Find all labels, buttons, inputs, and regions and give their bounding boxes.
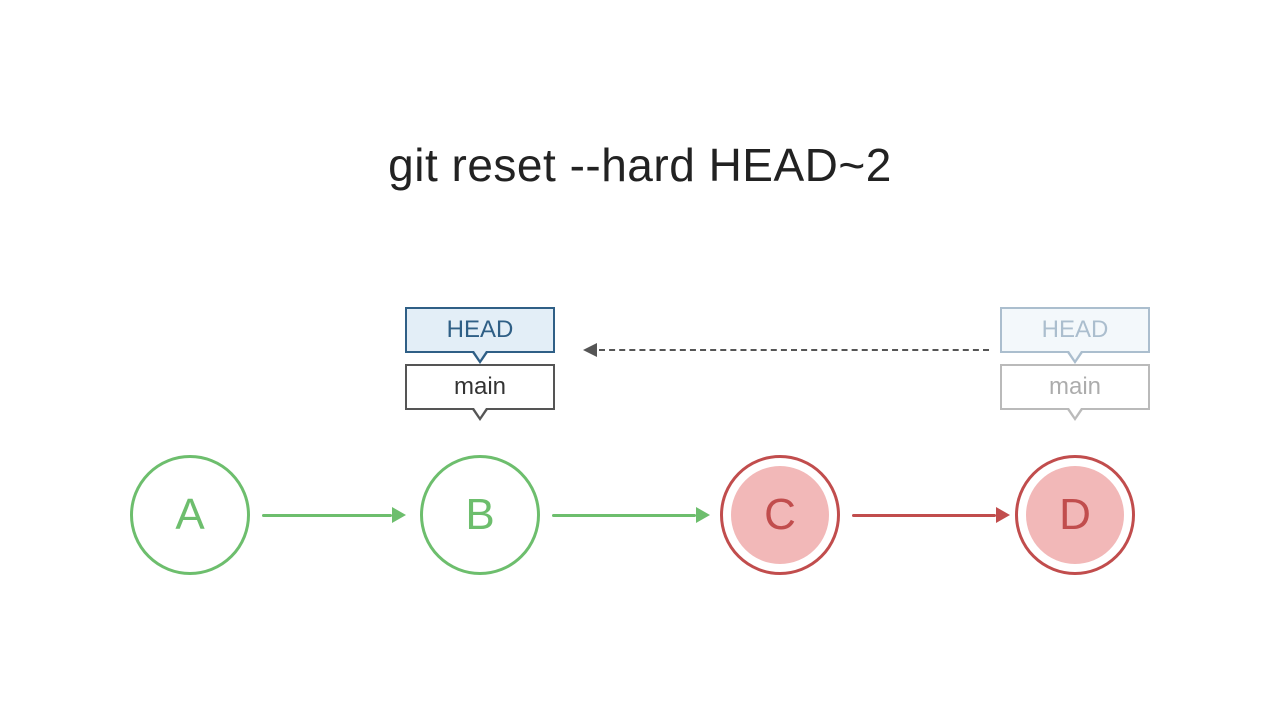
- git-reset-diagram: git reset --hard HEAD~2 HEAD main HEAD m…: [0, 0, 1280, 720]
- commit-b: B: [420, 455, 540, 575]
- arrow-left-head-icon: [583, 343, 597, 357]
- head-pointer-current-label: HEAD: [447, 316, 514, 344]
- head-pointer-previous: HEAD: [1000, 307, 1150, 353]
- diagram-title: git reset --hard HEAD~2: [0, 138, 1280, 192]
- tag-notch-fill-icon: [1069, 408, 1081, 417]
- arrow-dashed-shaft-icon: [599, 349, 989, 351]
- main-pointer-previous-label: main: [1049, 373, 1101, 401]
- arrow-shaft-icon: [852, 514, 996, 517]
- commit-c-label: C: [764, 490, 796, 540]
- arrow-right-head-icon: [696, 507, 710, 523]
- arrow-right-head-icon: [392, 507, 406, 523]
- commit-c: C: [720, 455, 840, 575]
- commit-d-label: D: [1059, 490, 1091, 540]
- head-pointer-current: HEAD: [405, 307, 555, 353]
- main-pointer-current: main: [405, 364, 555, 410]
- tag-notch-fill-icon: [474, 351, 486, 360]
- arrow-right-head-icon: [996, 507, 1010, 523]
- commit-b-label: B: [465, 490, 494, 540]
- commit-d: D: [1015, 455, 1135, 575]
- commit-a-label: A: [175, 490, 204, 540]
- commit-a: A: [130, 455, 250, 575]
- main-pointer-current-label: main: [454, 373, 506, 401]
- arrow-shaft-icon: [552, 514, 696, 517]
- main-pointer-previous: main: [1000, 364, 1150, 410]
- arrow-shaft-icon: [262, 514, 392, 517]
- tag-notch-fill-icon: [1069, 351, 1081, 360]
- tag-notch-fill-icon: [474, 408, 486, 417]
- head-pointer-previous-label: HEAD: [1042, 316, 1109, 344]
